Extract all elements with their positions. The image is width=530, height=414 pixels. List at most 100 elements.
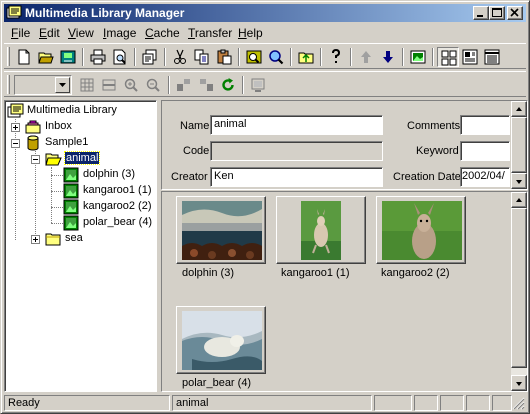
collapse-toggle[interactable]: [11, 139, 20, 148]
arrow-up-icon: [516, 107, 522, 111]
print-preview-button[interactable]: [109, 47, 131, 67]
grid-icon: [80, 78, 94, 92]
keyword-label: Keyword: [416, 145, 459, 157]
thumbnail-caption: kangaroo2 (2): [381, 267, 450, 279]
list-view-button[interactable]: [481, 47, 503, 67]
zoom-out-icon: [146, 78, 160, 92]
status-panel-6: [466, 395, 490, 411]
properties-scrollbar[interactable]: [511, 101, 527, 189]
collapse-toggle[interactable]: [31, 155, 40, 164]
refresh-button[interactable]: [217, 75, 239, 95]
print-preview-icon: [113, 49, 126, 65]
scroll-thumb[interactable]: [511, 117, 527, 173]
keyword-field[interactable]: [460, 141, 510, 161]
open-button[interactable]: [35, 47, 57, 67]
menu-help[interactable]: Help: [238, 26, 263, 40]
zoom-combo[interactable]: [14, 75, 72, 95]
new-button[interactable]: [13, 47, 35, 67]
scroll-up-button[interactable]: [511, 192, 527, 208]
rotate-left-icon: [177, 79, 190, 91]
details-view-button[interactable]: [459, 47, 481, 67]
toolbar-separator: [242, 76, 244, 94]
chevron-down-icon: [59, 83, 66, 87]
combo-arrow[interactable]: [55, 77, 70, 93]
expand-toggle[interactable]: [11, 123, 20, 132]
up-folder-button[interactable]: [295, 47, 317, 67]
resize-grip-icon[interactable]: [512, 397, 525, 410]
toolbar-separator: [164, 48, 166, 66]
move-down-button[interactable]: [377, 47, 399, 67]
help-button[interactable]: [325, 47, 347, 67]
rotate-left-button[interactable]: [173, 75, 195, 95]
creator-label: Creator: [171, 171, 208, 183]
thumbnail-kangaroo2[interactable]: [376, 196, 466, 264]
scroll-up-button[interactable]: [511, 101, 527, 117]
rotate-right-button[interactable]: [195, 75, 217, 95]
move-up-button[interactable]: [355, 47, 377, 67]
menu-transfer[interactable]: Transfer: [188, 26, 232, 40]
name-label: Name: [180, 120, 210, 132]
search-button[interactable]: [265, 47, 287, 67]
tree-line: [35, 151, 36, 240]
menu-view[interactable]: View: [68, 26, 94, 40]
status-panel-5: [440, 395, 464, 411]
copy-button[interactable]: [191, 47, 213, 67]
zoom-in-button[interactable]: [120, 75, 142, 95]
slideshow-icon: [410, 50, 426, 64]
menu-edit[interactable]: Edit: [39, 26, 60, 40]
thumbnail-dolphin[interactable]: [176, 196, 266, 264]
tree-label: polar_bear (4): [83, 216, 153, 228]
toolbar-grip[interactable]: [7, 75, 10, 94]
maximize-button[interactable]: [489, 6, 505, 20]
tree-label-selected: animal: [63, 151, 101, 165]
scroll-thumb[interactable]: [511, 208, 527, 368]
kangaroo-face-photo: [382, 201, 462, 260]
scroll-down-button[interactable]: [511, 173, 527, 189]
thumbnail-polar-bear[interactable]: [176, 306, 266, 374]
tree-label: kangaroo2 (2): [83, 200, 152, 212]
move-up-icon: [361, 51, 371, 63]
grid-button[interactable]: [76, 75, 98, 95]
paste-button[interactable]: [213, 47, 235, 67]
name-field[interactable]: animal: [210, 115, 383, 135]
zoom-out-button[interactable]: [142, 75, 164, 95]
print-button[interactable]: [87, 47, 109, 67]
library-icon: [7, 103, 24, 118]
menu-file[interactable]: File: [11, 26, 30, 40]
thumbnail-scrollbar[interactable]: [511, 192, 527, 391]
large-icons-view-icon: [441, 50, 457, 66]
tree-line: [15, 119, 16, 240]
arrow-down-icon: [516, 180, 522, 184]
cut-button[interactable]: [169, 47, 191, 67]
tree-label: Multimedia Library: [27, 104, 117, 116]
app-icon[interactable]: [6, 5, 22, 21]
image-folder-icon: [63, 167, 79, 183]
comments-field[interactable]: [460, 115, 510, 135]
close-button[interactable]: [507, 6, 523, 20]
thumbnail-kangaroo1[interactable]: [276, 196, 366, 264]
tree-line: [51, 191, 63, 192]
properties-panel: Name animal Code Creator Ken Comments Ke…: [161, 100, 528, 190]
title-bar[interactable]: Multimedia Library Manager: [4, 4, 526, 22]
screen-button[interactable]: [247, 75, 269, 95]
folder-icon: [45, 233, 61, 246]
scroll-down-button[interactable]: [511, 375, 527, 391]
slideshow-button[interactable]: [407, 47, 429, 67]
toolbar-grip[interactable]: [7, 47, 10, 66]
status-panel-4: [414, 395, 438, 411]
minimize-button[interactable]: [473, 6, 489, 20]
thumbnail-view[interactable]: dolphin (3) kangaroo1 (1) kangaroo2 (2) …: [161, 191, 528, 392]
expand-toggle[interactable]: [31, 235, 40, 244]
find-button[interactable]: [243, 47, 265, 67]
menu-cache[interactable]: Cache: [145, 26, 180, 40]
large-icons-view-button[interactable]: [437, 47, 459, 67]
creator-field[interactable]: Ken: [210, 167, 383, 187]
code-field[interactable]: [210, 141, 383, 161]
library-tree[interactable]: Multimedia Library Inbox Sample1 animal …: [4, 100, 157, 392]
properties-button[interactable]: [139, 47, 161, 67]
fit-button[interactable]: [98, 75, 120, 95]
menu-image[interactable]: Image: [103, 26, 136, 40]
database-icon: [27, 135, 39, 151]
creation-date-field[interactable]: 2002/04/: [460, 167, 510, 187]
save-library-button[interactable]: [57, 47, 79, 67]
